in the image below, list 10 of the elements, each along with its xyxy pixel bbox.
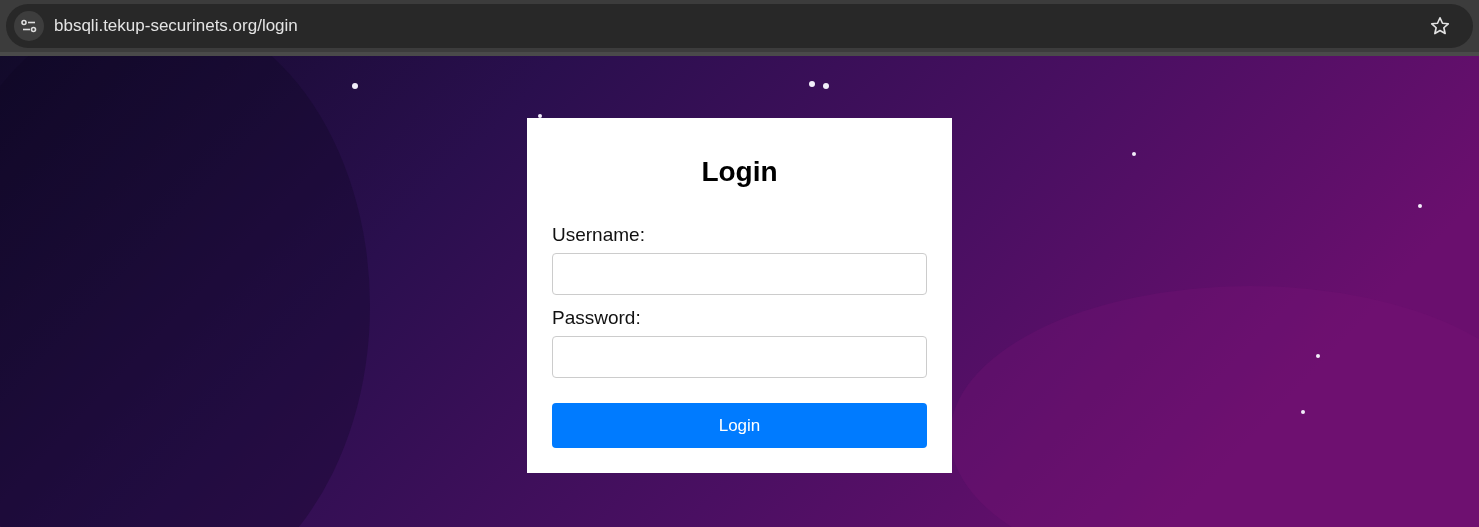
address-bar[interactable]: bbsqli.tekup-securinets.org/login bbox=[6, 4, 1473, 48]
bookmark-star-icon[interactable] bbox=[1429, 15, 1451, 37]
login-heading: Login bbox=[700, 156, 779, 188]
input-field[interactable] bbox=[552, 253, 927, 295]
login-button[interactable]: Login bbox=[552, 403, 927, 448]
input-field[interactable] bbox=[552, 336, 927, 378]
site-settings-icon[interactable] bbox=[14, 11, 44, 41]
url-text: bbsqli.tekup-securinets.org/login bbox=[54, 16, 299, 36]
field-label: Password: bbox=[552, 307, 642, 329]
field-label: Username: bbox=[552, 224, 646, 246]
